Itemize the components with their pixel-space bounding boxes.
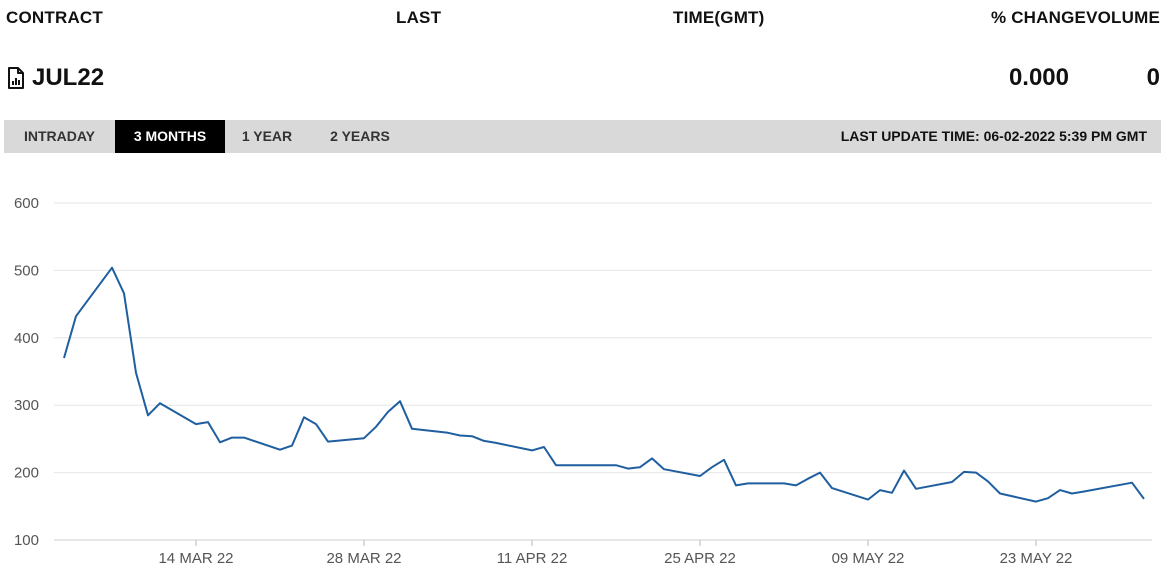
data-point bbox=[794, 483, 799, 488]
data-point bbox=[710, 465, 715, 470]
data-point bbox=[482, 438, 487, 443]
contract-cell[interactable]: JUL22 bbox=[6, 64, 104, 92]
data-point bbox=[314, 422, 319, 427]
data-point bbox=[890, 490, 895, 495]
data-point bbox=[326, 439, 331, 444]
data-point bbox=[398, 399, 403, 404]
data-point bbox=[974, 470, 979, 475]
x-tick-label: 23 MAY 22 bbox=[1000, 550, 1073, 567]
data-point bbox=[878, 488, 883, 493]
x-tick-label: 11 APR 22 bbox=[497, 550, 568, 567]
data-point bbox=[218, 440, 223, 445]
data-point bbox=[998, 491, 1003, 496]
data-point bbox=[1082, 489, 1087, 494]
price-chart: 100 200 300 400 500 600 14 MAR 22 28 MAR 22 11 … bbox=[14, 195, 1152, 567]
data-point bbox=[278, 447, 283, 452]
data-point bbox=[410, 426, 415, 431]
data-point bbox=[650, 456, 655, 461]
data-point bbox=[1046, 496, 1051, 501]
data-point bbox=[566, 463, 571, 468]
data-point bbox=[1058, 488, 1063, 493]
data-point bbox=[242, 435, 247, 440]
data-point bbox=[614, 463, 619, 468]
y-tick-label: 500 bbox=[14, 262, 39, 279]
tab-intraday[interactable]: INTRADAY bbox=[4, 120, 115, 153]
data-point bbox=[698, 474, 703, 479]
contract-name: JUL22 bbox=[32, 64, 105, 91]
data-point bbox=[230, 435, 235, 440]
last-update-time: LAST UPDATE TIME: 06-02-2022 5:39 PM GMT bbox=[840, 128, 1147, 144]
data-point bbox=[626, 466, 631, 471]
data-point bbox=[386, 409, 391, 414]
data-point bbox=[1130, 480, 1135, 485]
data-point bbox=[458, 433, 463, 438]
data-point bbox=[542, 445, 547, 450]
data-point bbox=[830, 486, 835, 491]
data-point bbox=[638, 465, 643, 470]
x-tick-label: 14 MAR 22 bbox=[158, 550, 233, 567]
chart-points bbox=[62, 265, 1147, 504]
header-contract: CONTRACT bbox=[6, 8, 103, 27]
data-point bbox=[782, 481, 787, 486]
data-point bbox=[194, 422, 199, 427]
data-point bbox=[902, 468, 907, 473]
x-tick-label: 28 MAR 22 bbox=[326, 550, 401, 567]
data-point bbox=[494, 440, 499, 445]
data-point bbox=[962, 469, 967, 474]
data-point bbox=[722, 457, 727, 462]
data-point bbox=[110, 265, 115, 270]
data-point bbox=[446, 430, 451, 435]
data-point bbox=[986, 479, 991, 484]
data-point bbox=[866, 497, 871, 502]
data-point bbox=[950, 480, 955, 485]
data-point bbox=[206, 420, 211, 425]
chart-x-axis: 14 MAR 22 28 MAR 22 11 APR 22 25 APR 22 09 M… bbox=[158, 540, 1072, 567]
change-value: 0.000 bbox=[1008, 64, 1069, 91]
tab-1-year[interactable]: 1 YEAR bbox=[225, 120, 309, 153]
data-point bbox=[818, 470, 823, 475]
x-tick-label: 09 MAY 22 bbox=[832, 550, 905, 567]
data-point bbox=[290, 443, 295, 448]
header-time: TIME(GMT) bbox=[673, 8, 765, 27]
volume-value: 0 bbox=[1146, 64, 1160, 91]
data-point bbox=[134, 370, 139, 375]
y-tick-label: 600 bbox=[14, 195, 39, 212]
chart-series bbox=[63, 266, 1145, 503]
data-point bbox=[1070, 491, 1075, 496]
range-tab-bar: INTRADAY 3 MONTHS 1 YEAR 2 YEARS LAST UP… bbox=[4, 120, 1161, 153]
data-point bbox=[146, 413, 151, 418]
data-point bbox=[914, 486, 919, 491]
y-tick-label: 400 bbox=[14, 330, 39, 347]
series-line bbox=[63, 266, 1145, 503]
data-point bbox=[530, 448, 535, 453]
data-point bbox=[662, 467, 667, 472]
data-point bbox=[74, 314, 79, 319]
data-point bbox=[1142, 496, 1147, 501]
y-tick-label: 300 bbox=[14, 397, 39, 414]
y-tick-label: 100 bbox=[14, 532, 39, 549]
header-change: % CHANGE bbox=[990, 8, 1087, 27]
chart-grid: 100 200 300 400 500 600 bbox=[14, 195, 1152, 549]
y-tick-label: 200 bbox=[14, 465, 39, 482]
header-change-volume: % CHANGEVOLUME bbox=[991, 8, 1160, 28]
x-tick-label: 25 APR 22 bbox=[664, 550, 736, 567]
data-point bbox=[374, 424, 379, 429]
data-point bbox=[362, 436, 367, 441]
data-point bbox=[122, 291, 127, 296]
data-point bbox=[746, 481, 751, 486]
data-point bbox=[158, 401, 163, 406]
data-point bbox=[806, 476, 811, 481]
header-last: LAST bbox=[396, 8, 442, 27]
tab-3-months[interactable]: 3 MONTHS bbox=[115, 120, 225, 153]
data-point bbox=[302, 415, 307, 420]
tab-2-years[interactable]: 2 YEARS bbox=[309, 120, 411, 153]
document-chart-icon bbox=[8, 67, 24, 89]
data-point bbox=[62, 356, 67, 361]
data-point bbox=[734, 483, 739, 488]
data-point bbox=[1034, 499, 1039, 504]
header-volume: VOLUME bbox=[1086, 8, 1160, 27]
data-point bbox=[554, 463, 559, 468]
data-point bbox=[470, 434, 475, 439]
